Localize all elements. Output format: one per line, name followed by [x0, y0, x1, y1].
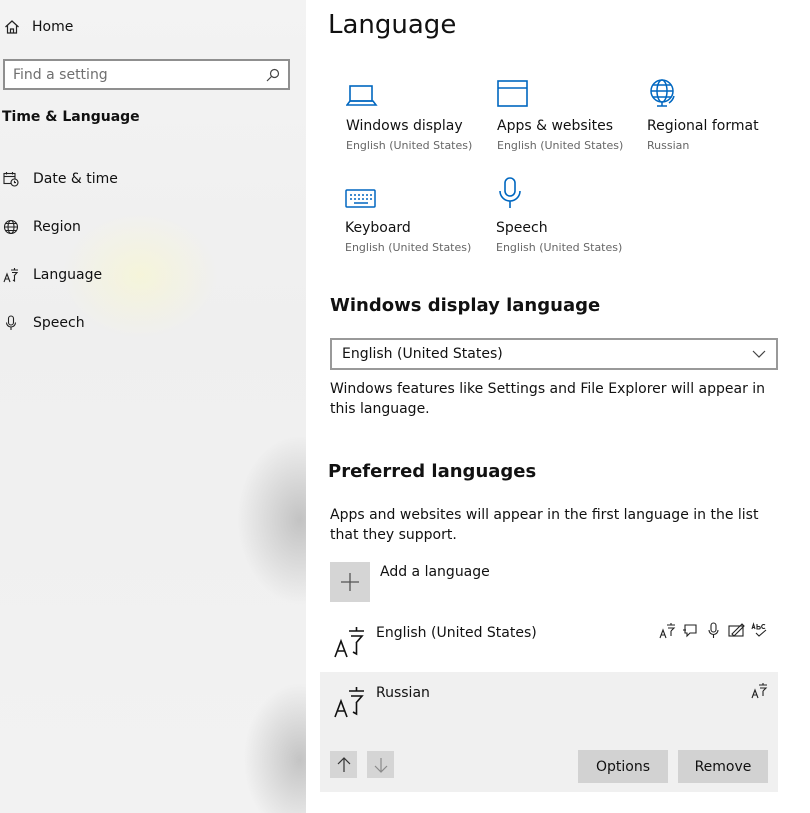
tile-subtitle: Russian	[647, 139, 690, 152]
search-icon[interactable]	[266, 68, 280, 82]
move-down-button[interactable]	[367, 751, 394, 778]
home-label: Home	[32, 19, 74, 35]
calendar-clock-icon	[3, 172, 19, 187]
preferred-languages-description: Apps and websites will appear in the fir…	[330, 507, 759, 543]
arrow-up-icon	[337, 756, 350, 772]
language-row-russian[interactable]: Russian Options Remove	[320, 672, 778, 792]
language-features	[659, 622, 768, 639]
speech-recognition-icon	[708, 622, 719, 638]
sidebar-item-date-time[interactable]: Date & time	[3, 168, 118, 190]
home-icon	[5, 20, 19, 34]
keyboard-icon	[345, 189, 376, 208]
tile-subtitle: English (United States)	[497, 139, 624, 152]
tile-subtitle: English (United States)	[346, 139, 473, 152]
search-box[interactable]	[3, 59, 290, 90]
tile-name: Regional format	[647, 118, 759, 134]
add-language-button[interactable]: Add a language	[330, 562, 490, 602]
handwriting-icon	[728, 623, 745, 637]
preferred-languages-heading: Preferred languages	[328, 461, 537, 482]
language-name: English (United States)	[376, 625, 537, 641]
window-icon	[497, 80, 528, 107]
display-language-description: Windows features like Settings and File …	[330, 381, 766, 417]
tile-subtitle: English (United States)	[496, 241, 623, 254]
section-title: Time & Language	[2, 109, 140, 125]
sidebar-item-label: Region	[33, 219, 81, 235]
sidebar-item-label: Speech	[33, 315, 85, 331]
chevron-down-icon	[752, 350, 766, 358]
tile-name: Windows display	[346, 118, 463, 134]
microphone-icon	[499, 177, 521, 208]
move-up-button[interactable]	[330, 751, 357, 778]
language-pack-icon	[659, 623, 676, 639]
tile-name: Speech	[496, 220, 548, 236]
tile-windows-display[interactable]: Windows display English (United States)	[346, 72, 486, 152]
tile-name: Keyboard	[345, 220, 411, 236]
tile-apps-websites[interactable]: Apps & websites English (United States)	[497, 72, 637, 152]
spell-check-icon	[751, 622, 767, 637]
tile-subtitle: English (United States)	[345, 241, 472, 254]
home-link[interactable]: Home	[4, 16, 73, 38]
laptop-icon	[346, 85, 378, 106]
page-title: Language	[328, 10, 457, 40]
display-language-dropdown[interactable]: English (United States)	[330, 338, 778, 370]
sidebar-item-region[interactable]: Region	[3, 216, 81, 238]
text-to-speech-icon	[683, 624, 697, 638]
search-input[interactable]	[13, 66, 266, 83]
sidebar-item-speech[interactable]: Speech	[3, 312, 85, 334]
language-row-english[interactable]: English (United States)	[320, 612, 778, 670]
tile-speech[interactable]: Speech English (United States)	[496, 174, 636, 254]
sidebar-item-label: Language	[33, 267, 103, 283]
language-icon	[334, 627, 364, 658]
microphone-icon	[5, 315, 17, 330]
arrow-down-icon	[374, 757, 387, 773]
sidebar-item-language[interactable]: Language	[3, 264, 102, 286]
tile-regional-format[interactable]: Regional format Russian	[647, 72, 787, 152]
sidebar: Home Time & Language Date & time Region …	[0, 0, 306, 813]
language-icon	[334, 687, 364, 718]
add-box[interactable]	[330, 562, 370, 602]
tile-keyboard[interactable]: Keyboard English (United States)	[345, 174, 485, 254]
plus-icon	[341, 573, 359, 591]
dropdown-value: English (United States)	[342, 346, 503, 362]
display-language-heading: Windows display language	[330, 295, 601, 316]
globe-icon	[3, 219, 19, 235]
add-language-label: Add a language	[380, 564, 490, 580]
tile-name: Apps & websites	[497, 118, 613, 134]
remove-button[interactable]: Remove	[678, 750, 768, 783]
options-button[interactable]: Options	[578, 750, 668, 783]
language-features	[751, 682, 768, 699]
language-pack-icon	[751, 683, 768, 699]
language-icon	[3, 268, 19, 283]
language-name: Russian	[376, 685, 430, 701]
globe-icon	[650, 79, 675, 107]
sidebar-item-label: Date & time	[33, 171, 118, 187]
